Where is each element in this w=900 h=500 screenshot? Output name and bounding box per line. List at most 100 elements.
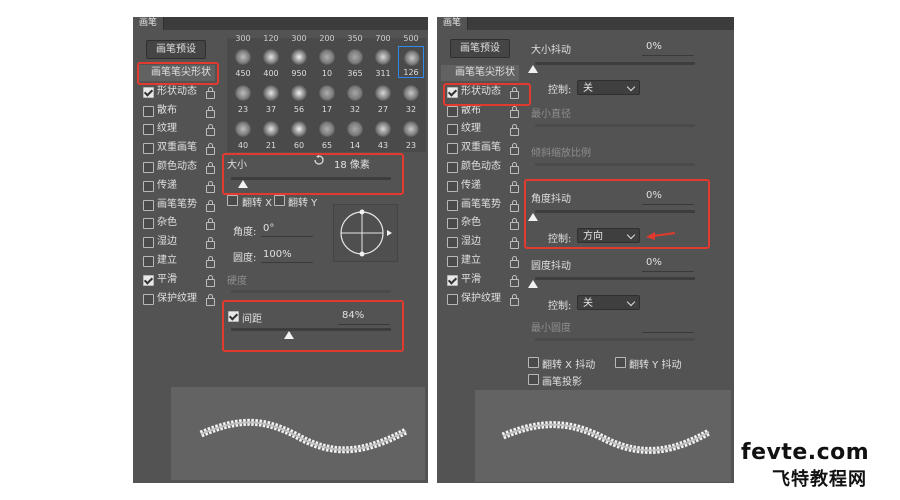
menu-checkbox[interactable] <box>143 124 154 136</box>
brush-tile[interactable]: 23 <box>230 82 256 114</box>
lock-icon[interactable] <box>510 218 519 231</box>
angle-value[interactable]: 0° <box>263 223 274 234</box>
brush-tile[interactable]: 40 <box>230 118 256 150</box>
size-jitter-control-dropdown[interactable]: 关 <box>577 80 640 95</box>
brush-tile[interactable]: 56 <box>286 82 312 114</box>
brush-tile[interactable]: 23 <box>398 118 424 150</box>
roundness-jitter-control-dropdown[interactable]: 关 <box>577 295 640 310</box>
brush-tip-grid[interactable]: 300 120 300 200 350 700 500 450 400 950 10 365 311 1… <box>227 34 426 152</box>
menu-checkbox[interactable] <box>447 180 458 192</box>
brush-tile[interactable]: 10 <box>314 46 340 78</box>
brush-tile[interactable]: 450 <box>230 46 256 78</box>
lock-icon[interactable] <box>206 105 215 118</box>
menu-checkbox[interactable] <box>447 293 458 305</box>
brush-tile[interactable]: 400 <box>258 46 284 78</box>
hardness-label: 硬度 <box>227 276 247 287</box>
brush-tile-size: 60 <box>293 141 305 150</box>
lock-icon[interactable] <box>510 180 519 193</box>
brush-tile[interactable]: 60 <box>286 118 312 150</box>
menu-checkbox[interactable] <box>143 237 154 249</box>
menu-checkbox[interactable] <box>447 162 458 173</box>
roundness-jitter-value[interactable]: 0% <box>646 257 662 268</box>
lock-icon[interactable] <box>510 293 519 306</box>
lock-icon[interactable] <box>206 293 215 306</box>
lock-icon[interactable] <box>206 86 215 99</box>
size-jitter-slider-track[interactable] <box>535 62 695 65</box>
menu-item-label: 传递 <box>461 179 481 191</box>
menu-checkbox[interactable] <box>447 105 458 117</box>
angle-roundness-dial[interactable] <box>333 204 398 262</box>
menu-checkbox[interactable] <box>447 237 458 249</box>
brush-tile[interactable]: 43 <box>370 118 396 150</box>
menu-item-0[interactable]: 画笔笔尖形状 <box>441 65 519 81</box>
brush-tile[interactable]: 32 <box>342 82 368 114</box>
roundness-jitter-slider-track[interactable] <box>535 277 695 280</box>
size-jitter-slider-thumb[interactable] <box>528 65 538 73</box>
lock-icon[interactable] <box>206 237 215 250</box>
lock-icon[interactable] <box>510 274 519 287</box>
brush-tile-size: 300 <box>235 34 251 43</box>
roundness-jitter-slider-thumb[interactable] <box>528 280 538 288</box>
brush-tile[interactable]: 65 <box>314 118 340 150</box>
lock-icon[interactable] <box>206 256 215 268</box>
menu-checkbox[interactable] <box>143 180 154 192</box>
brush-projection-checkbox[interactable] <box>528 374 539 385</box>
brush-preset-button[interactable]: 画笔预设 <box>146 40 206 59</box>
brush-tile[interactable]: 17 <box>314 82 340 114</box>
min-roundness-label: 最小圆度 <box>531 323 571 334</box>
panel-titlebar: 画笔 <box>437 17 734 30</box>
brush-tip-icon <box>347 121 363 137</box>
roundness-jitter-underline <box>642 271 694 272</box>
lock-icon[interactable] <box>206 199 215 212</box>
brush-preset-button[interactable]: 画笔预设 <box>450 39 510 58</box>
menu-checkbox[interactable] <box>143 218 154 230</box>
brush-tile[interactable]: 950 <box>286 46 312 78</box>
menu-checkbox[interactable] <box>143 293 154 305</box>
menu-checkbox[interactable] <box>447 274 458 286</box>
brush-tile[interactable]: 37 <box>258 82 284 114</box>
flip-x-jitter-checkbox[interactable] <box>528 357 539 368</box>
lock-icon[interactable] <box>206 162 215 174</box>
lock-icon[interactable] <box>206 124 215 137</box>
brush-tile[interactable]: 32 <box>398 82 424 114</box>
menu-checkbox[interactable] <box>447 143 458 155</box>
lock-icon[interactable] <box>206 180 215 193</box>
menu-checkbox[interactable] <box>143 143 154 155</box>
lock-icon[interactable] <box>206 218 215 231</box>
brush-tile-size: 200 <box>319 34 335 43</box>
flip-x-checkbox[interactable] <box>227 195 238 206</box>
menu-checkbox[interactable] <box>143 256 154 267</box>
lock-icon[interactable] <box>510 105 519 118</box>
menu-checkbox[interactable] <box>447 218 458 230</box>
lock-icon[interactable] <box>510 124 519 137</box>
menu-checkbox[interactable] <box>143 105 154 117</box>
brush-tile[interactable]: 365 <box>342 46 368 78</box>
lock-icon[interactable] <box>510 162 519 174</box>
panel-tab[interactable]: 画笔 <box>437 17 469 30</box>
menu-checkbox[interactable] <box>143 199 154 211</box>
flip-y-jitter-checkbox[interactable] <box>615 357 626 368</box>
lock-icon[interactable] <box>510 143 519 156</box>
brush-tile[interactable]: 311 <box>370 46 396 78</box>
roundness-value[interactable]: 100% <box>263 249 292 260</box>
lock-icon[interactable] <box>510 237 519 250</box>
menu-checkbox[interactable] <box>143 274 154 286</box>
menu-item-label: 纹理 <box>157 123 177 135</box>
size-jitter-value[interactable]: 0% <box>646 41 662 52</box>
menu-checkbox[interactable] <box>447 124 458 136</box>
menu-checkbox[interactable] <box>143 162 154 173</box>
lock-icon[interactable] <box>206 274 215 287</box>
brush-tile[interactable]: 27 <box>370 82 396 114</box>
panel-tab[interactable]: 画笔 <box>133 17 165 30</box>
flip-y-checkbox[interactable] <box>274 195 285 206</box>
brush-tile[interactable]: 126 <box>398 46 424 78</box>
lock-icon[interactable] <box>206 143 215 156</box>
brush-tile[interactable]: 14 <box>342 118 368 150</box>
menu-checkbox[interactable] <box>143 86 154 98</box>
menu-checkbox[interactable] <box>447 199 458 211</box>
brush-tile[interactable]: 21 <box>258 118 284 150</box>
lock-icon[interactable] <box>510 199 519 212</box>
menu-item-label: 平滑 <box>461 273 481 285</box>
menu-checkbox[interactable] <box>447 256 458 267</box>
lock-icon[interactable] <box>510 256 519 268</box>
